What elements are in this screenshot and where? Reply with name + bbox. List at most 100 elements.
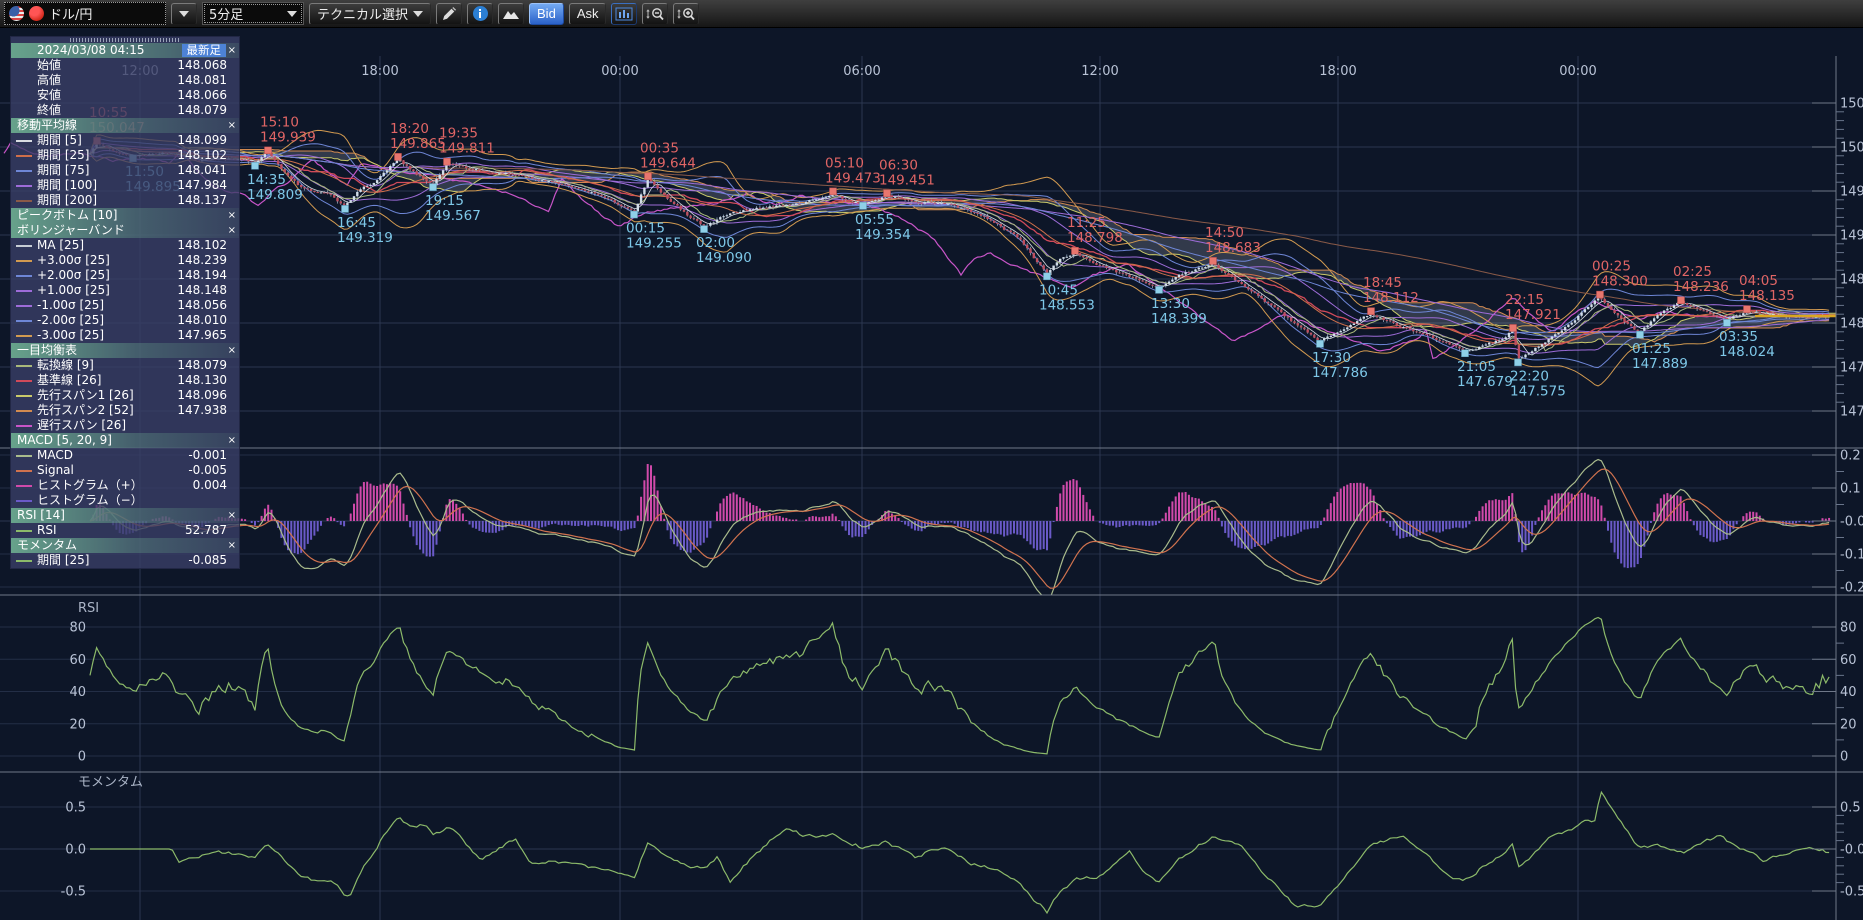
svg-text:11:25: 11:25 (1067, 215, 1106, 231)
chart-type-button[interactable] (611, 3, 637, 25)
toolbar: ドル/円 5分足 テクニカル選択 Bid A (0, 0, 1863, 28)
row-label: ヒストグラム（+） (37, 478, 143, 493)
close-icon[interactable]: × (228, 343, 236, 358)
technical-select-button[interactable]: テクニカル選択 (309, 3, 431, 25)
indicator-section-header[interactable]: ピークボトム [10]× (11, 208, 239, 223)
row-label: モメンタム (17, 538, 77, 553)
svg-text:147.575: 147.575 (1510, 383, 1566, 399)
series-color-swatch (16, 485, 32, 487)
svg-text:149.5: 149.5 (1840, 185, 1863, 200)
row-label: +2.00σ [25] (37, 268, 110, 283)
row-label: 転換線 [9] (37, 358, 94, 373)
svg-text:02:00: 02:00 (696, 235, 735, 251)
indicator-section-header[interactable]: 一目均衡表 × (11, 343, 239, 358)
svg-text:00:35: 00:35 (640, 140, 679, 156)
indicator-section-header[interactable]: MACD [5, 20, 9]× (11, 433, 239, 448)
area-chart-button[interactable] (498, 3, 524, 25)
bottom-marker-icon (1515, 359, 1522, 366)
svg-text:148.5: 148.5 (1840, 273, 1863, 288)
indicator-row: ヒストグラム（−） (11, 493, 239, 508)
indicator-row: 期間 [200]148.137 (11, 193, 239, 208)
svg-text:18:00: 18:00 (361, 64, 398, 79)
close-icon[interactable]: × (228, 433, 236, 448)
svg-text:148.236: 148.236 (1673, 279, 1729, 295)
info-button[interactable] (467, 3, 493, 25)
row-label: 一目均衡表 (17, 343, 77, 358)
svg-text:00:00: 00:00 (1559, 64, 1596, 79)
indicator-section-header[interactable]: モメンタム × (11, 538, 239, 553)
close-icon[interactable]: × (228, 43, 236, 58)
currency-pair-selector[interactable]: ドル/円 (4, 2, 166, 25)
row-value: 148.068 (177, 58, 227, 73)
svg-text:13:30: 13:30 (1151, 296, 1190, 312)
row-label: 期間 [75] (37, 163, 89, 178)
row-label: RSI [14] (17, 508, 65, 523)
indicator-section-header[interactable]: RSI [14] × (11, 508, 239, 523)
indicator-row: 期間 [75]148.041 (11, 163, 239, 178)
close-icon[interactable]: × (228, 223, 236, 238)
indicator-row: 遅行スパン [26] (11, 418, 239, 433)
indicator-section-header[interactable]: 移動平均線× (11, 118, 239, 133)
close-icon[interactable]: × (228, 118, 236, 133)
svg-text:06:00: 06:00 (843, 64, 880, 79)
svg-text:148.683: 148.683 (1205, 240, 1261, 256)
row-label: Signal (37, 463, 74, 478)
indicator-panel[interactable]: 2024/03/08 04:15最新足×始値148.068高値148.081安値… (10, 36, 240, 569)
row-label: 遅行スパン [26] (37, 418, 126, 433)
row-value: 0.004 (193, 478, 227, 493)
row-value: 147.938 (177, 403, 227, 418)
timeframe-label: 5分足 (209, 4, 243, 23)
pair-dropdown-button[interactable] (171, 3, 197, 25)
candle-datetime-header[interactable]: 2024/03/08 04:15最新足× (11, 43, 239, 58)
indicator-row: 期間 [25]-0.085 (11, 553, 239, 568)
svg-text:40: 40 (1840, 685, 1857, 700)
zoom-out-button[interactable] (642, 3, 668, 25)
svg-text:-0.1: -0.1 (1840, 548, 1863, 563)
row-value: 148.010 (177, 313, 227, 328)
timeframe-select[interactable]: 5分足 (202, 2, 304, 25)
indicator-section-header[interactable]: ボリンジャーバンド× (11, 223, 239, 238)
indicator-row: 安値148.066 (11, 88, 239, 103)
svg-text:60: 60 (69, 653, 86, 668)
row-label: 終値 (37, 103, 61, 118)
svg-text:150.5: 150.5 (1840, 97, 1863, 112)
row-label: MA [25] (37, 238, 84, 253)
row-value: 52.787 (185, 523, 227, 538)
row-value: 148.102 (177, 148, 227, 163)
price-chart-canvas[interactable]: 10:55150.04715:10149.93918:20149.86519:3… (0, 28, 1863, 920)
svg-text:01:25: 01:25 (1632, 341, 1671, 357)
row-label: 安値 (37, 88, 61, 103)
series-color-swatch (16, 185, 32, 187)
svg-text:16:45: 16:45 (337, 215, 376, 231)
svg-text:0.5: 0.5 (1840, 801, 1861, 816)
indicator-row: +2.00σ [25]148.194 (11, 268, 239, 283)
zoom-in-button[interactable] (673, 3, 699, 25)
close-icon[interactable]: × (228, 538, 236, 553)
close-icon[interactable]: × (228, 208, 236, 223)
draw-tool-button[interactable] (436, 3, 462, 25)
row-value: 147.984 (177, 178, 227, 193)
latest-candle-button[interactable]: 最新足 (182, 44, 227, 57)
bottom-marker-icon (1044, 273, 1051, 280)
row-label: 期間 [5] (37, 133, 82, 148)
bid-button[interactable]: Bid (529, 3, 564, 25)
row-label: +1.00σ [25] (37, 283, 110, 298)
series-color-swatch (16, 365, 32, 367)
svg-text:148.553: 148.553 (1039, 297, 1095, 313)
series-color-swatch (16, 320, 32, 322)
peak-marker-icon (444, 158, 451, 165)
svg-text:18:00: 18:00 (1319, 64, 1356, 79)
row-label: 期間 [200] (37, 193, 97, 208)
row-label: RSI (37, 523, 57, 538)
chevron-down-icon (287, 11, 297, 17)
svg-text:149.255: 149.255 (626, 236, 682, 252)
row-label: 基準線 [26] (37, 373, 101, 388)
bottom-marker-icon (701, 226, 708, 233)
row-label: 始値 (37, 58, 61, 73)
close-icon[interactable]: × (228, 508, 236, 523)
ask-button[interactable]: Ask (569, 3, 607, 25)
svg-text:149.0: 149.0 (1840, 229, 1863, 244)
us-flag-icon (9, 6, 24, 21)
indicator-row: RSI 52.787 (11, 523, 239, 538)
indicator-row: -1.00σ [25]148.056 (11, 298, 239, 313)
